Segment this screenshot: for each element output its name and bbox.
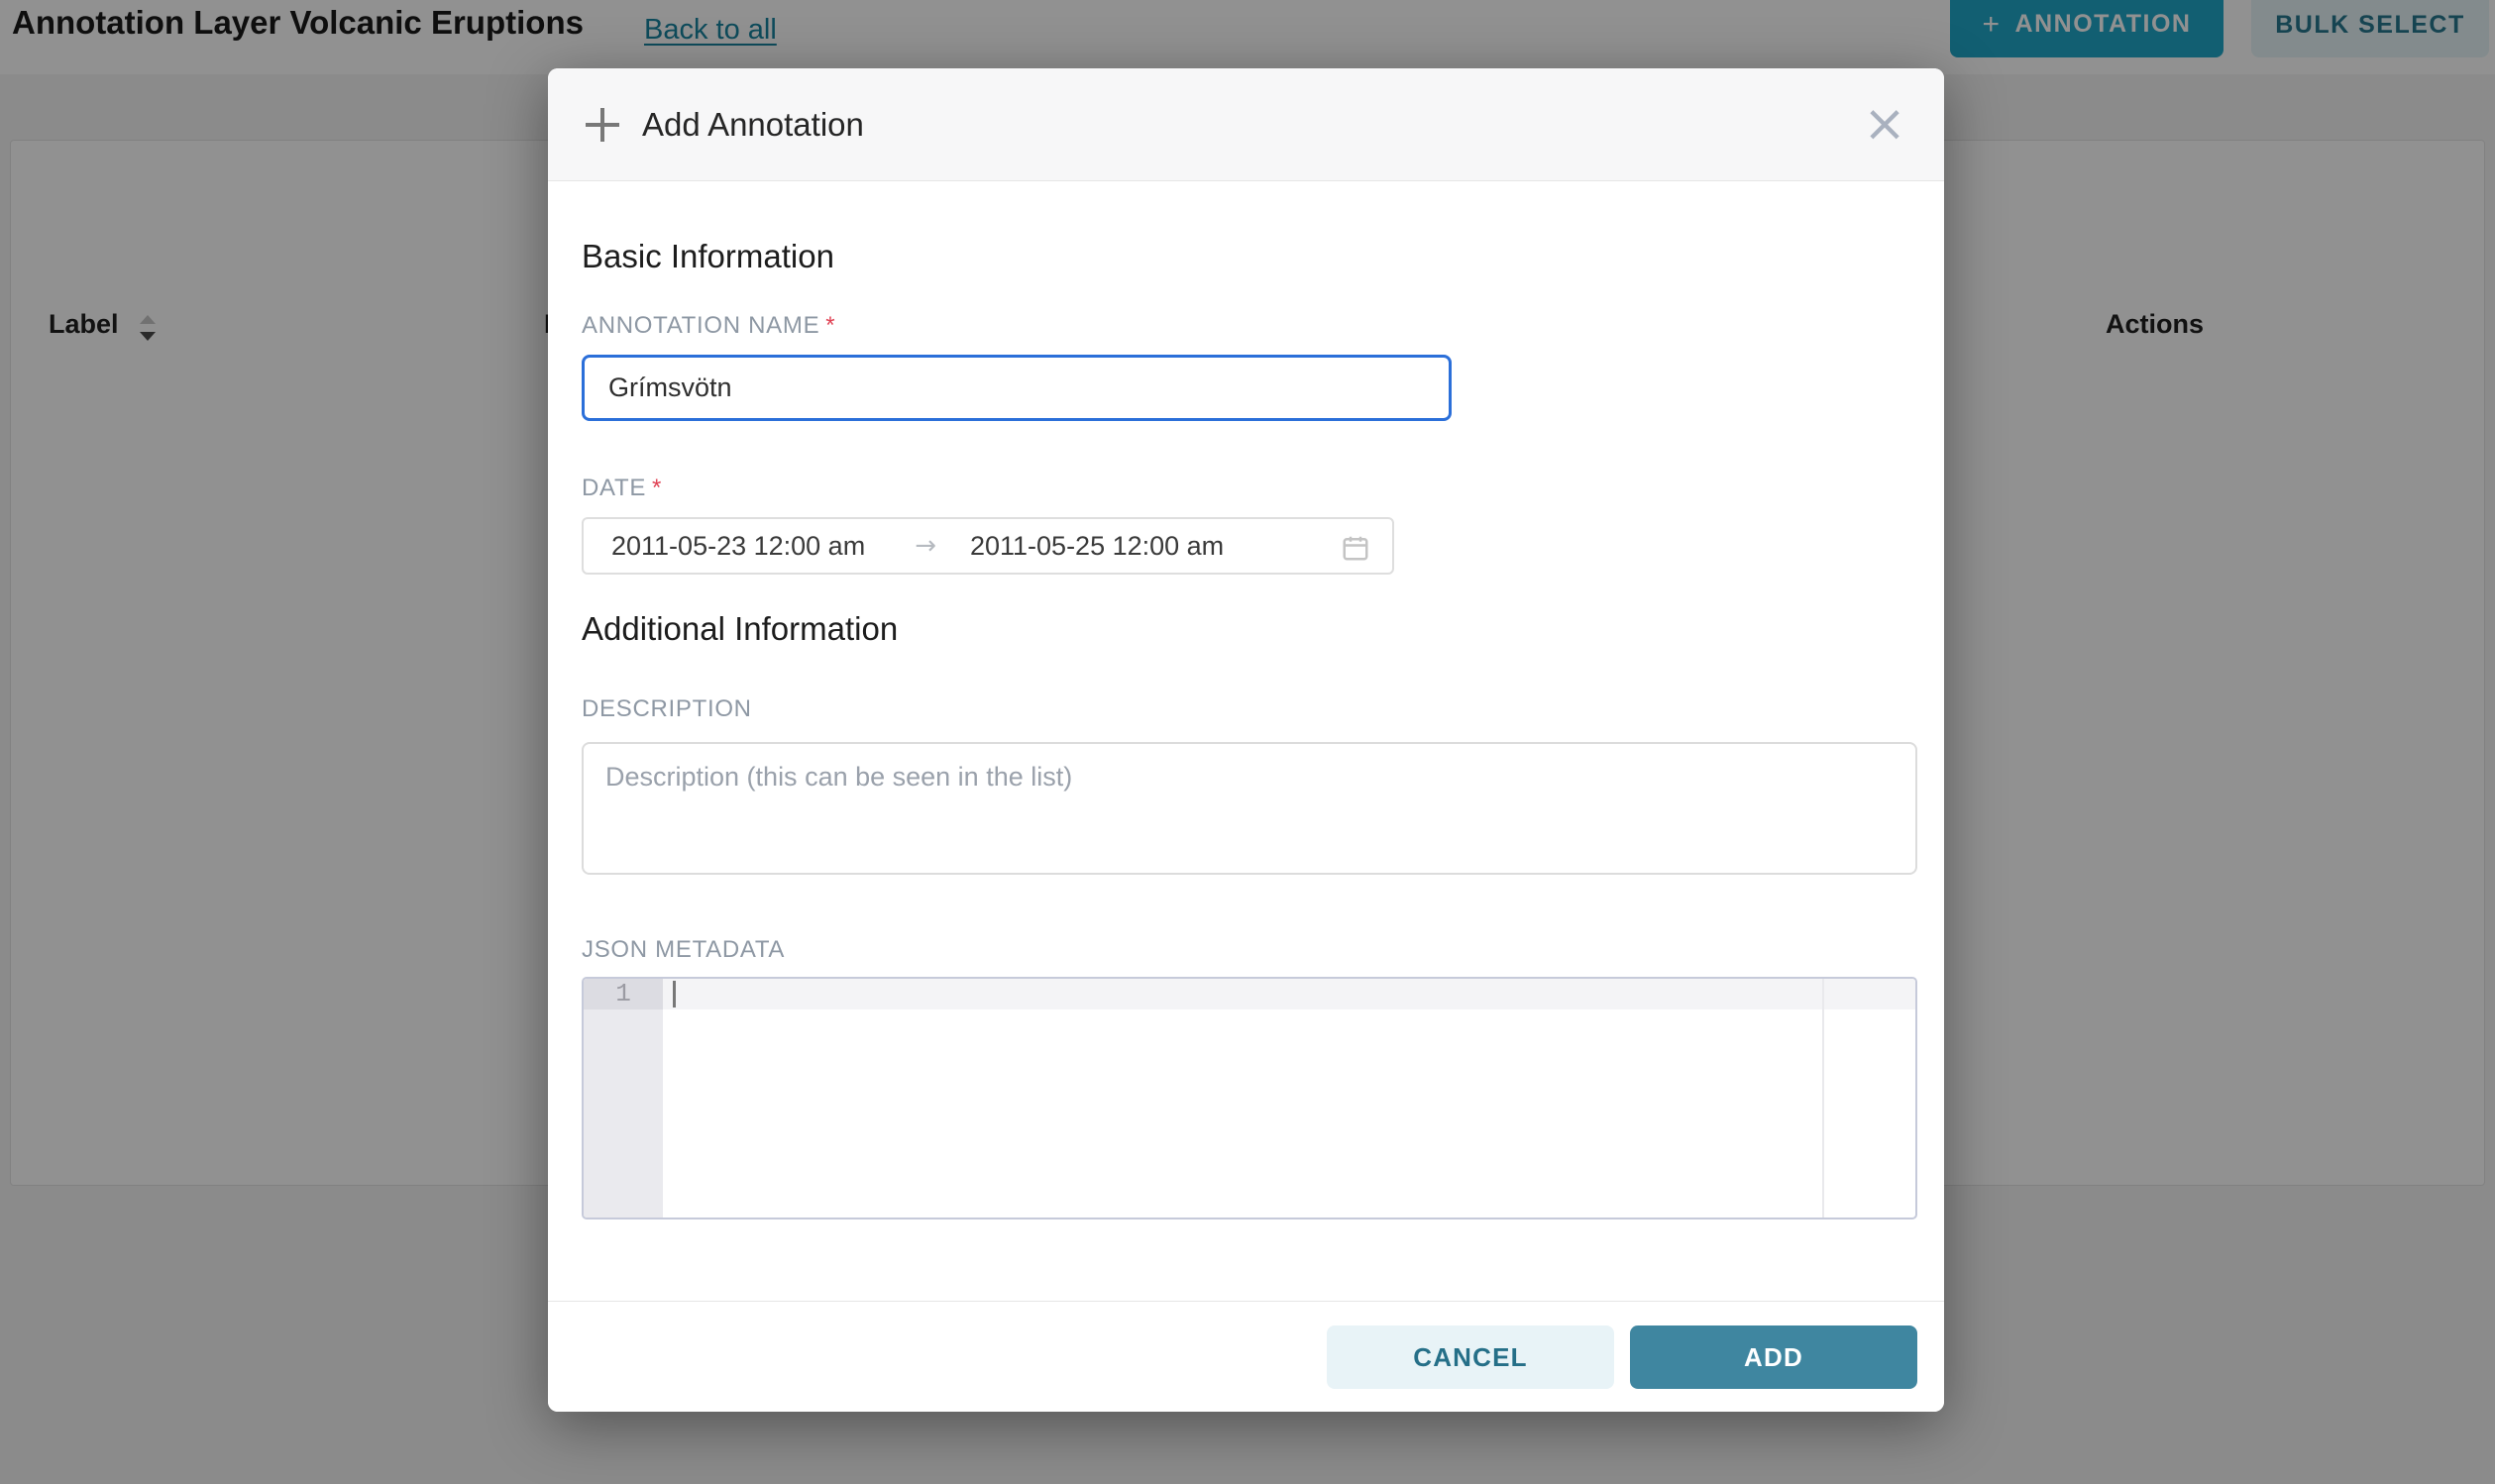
annotation-name-input[interactable] [582, 355, 1452, 421]
date-start-value[interactable]: 2011-05-23 12:00 am [611, 531, 865, 562]
basic-information-heading: Basic Information [582, 238, 834, 275]
json-metadata-label: JSON METADATA [582, 936, 785, 964]
calendar-icon [1341, 533, 1370, 563]
editor-cursor [673, 981, 676, 1007]
date-range-picker[interactable]: 2011-05-23 12:00 am → 2011-05-25 12:00 a… [582, 517, 1394, 575]
additional-information-heading: Additional Information [582, 610, 898, 648]
modal-title: Add Annotation [642, 68, 864, 181]
arrow-right-icon: → [915, 531, 936, 561]
plus-icon [586, 108, 619, 142]
annotation-name-label: ANNOTATION NAME* [582, 312, 835, 340]
cancel-button[interactable]: CANCEL [1327, 1325, 1614, 1389]
modal-footer: CANCEL ADD [548, 1301, 1944, 1412]
description-textarea[interactable] [582, 742, 1917, 875]
editor-gutter [584, 979, 663, 1218]
modal-header: Add Annotation × [548, 68, 1944, 181]
description-label: DESCRIPTION [582, 695, 752, 723]
editor-print-margin [1822, 979, 1824, 1218]
add-annotation-modal: Add Annotation × Basic Information ANNOT… [548, 68, 1944, 1412]
editor-line-number: 1 [584, 979, 663, 1009]
close-icon[interactable]: × [1859, 98, 1910, 150]
add-button[interactable]: ADD [1630, 1325, 1917, 1389]
date-end-value[interactable]: 2011-05-25 12:00 am [970, 531, 1224, 562]
required-asterisk: * [825, 312, 835, 339]
json-metadata-editor[interactable]: 1 [582, 977, 1917, 1219]
date-label: DATE* [582, 475, 662, 502]
editor-active-line [663, 979, 1915, 1009]
required-asterisk: * [652, 475, 662, 501]
